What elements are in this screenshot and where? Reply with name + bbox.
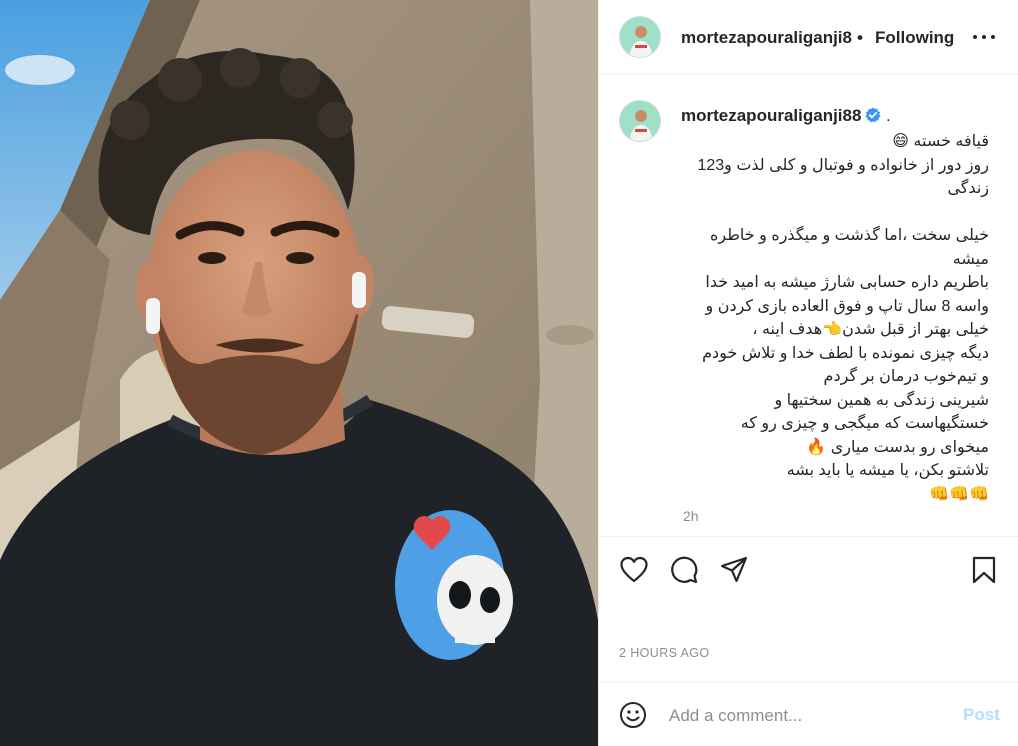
caption-line: میخوای رو بدست میاری 🔥 bbox=[806, 438, 989, 456]
caption-line: قیافه خسته 😄 bbox=[892, 133, 989, 150]
verified-badge-icon bbox=[865, 107, 881, 123]
caption-line: خستگیهاست که میگجی و چیزی رو که bbox=[740, 415, 989, 432]
caption-line: دیگه چیزی نمونده با لطف خدا و تلاش خودم bbox=[702, 344, 989, 362]
caption-line: تلاشتو بکن، یا میشه یا باید بشه bbox=[786, 462, 989, 479]
smiley-icon[interactable] bbox=[619, 701, 647, 729]
comment-input[interactable] bbox=[669, 703, 939, 729]
caption-username-link[interactable]: mortezapouraliganji88 bbox=[681, 106, 861, 126]
caption-line: خیلی سخت ،اما گذشت و میگذره و خاطره bbox=[709, 227, 989, 244]
post-comment-button[interactable]: Post bbox=[963, 705, 1000, 725]
caption-line: شیرینی زندگی به همین سختیها و bbox=[774, 391, 989, 409]
post-age[interactable]: 2 HOURS AGO bbox=[619, 646, 710, 660]
caption-line: زندگی bbox=[947, 180, 989, 197]
header-username-link[interactable]: mortezapouraliganji8 bbox=[681, 28, 852, 48]
post-caption: mortezapouraliganji88 . قیافه خسته 😄 روز… bbox=[599, 76, 1018, 536]
following-button[interactable]: Following bbox=[875, 28, 954, 48]
bookmark-icon[interactable] bbox=[969, 555, 999, 585]
action-bar bbox=[599, 536, 1018, 608]
caption-trailing-text: . bbox=[886, 106, 891, 125]
heart-icon[interactable] bbox=[619, 555, 649, 585]
caption-text: قیافه خسته 😄 روز دور از خانواده و فوتبال… bbox=[669, 130, 989, 506]
comment-bar: Post bbox=[599, 682, 1018, 746]
caption-line: روز دور از خانواده و فوتبال و کلی لذت و1… bbox=[697, 156, 989, 174]
caption-timestamp[interactable]: 2h bbox=[683, 508, 699, 524]
caption-line: واسه 8 سال تاپ و فوق العاده بازی کردن و bbox=[705, 297, 989, 315]
post-detail-panel: mortezapouraliganji8 • Following morteza… bbox=[598, 0, 1018, 746]
caption-line bbox=[669, 201, 989, 225]
header-separator: • bbox=[857, 28, 863, 47]
author-avatar[interactable] bbox=[619, 16, 661, 58]
caption-line: خیلی بهتر از قبل شدن👈هدف اینه ، bbox=[752, 321, 989, 338]
caption-line: 👊👊👊 bbox=[929, 485, 989, 503]
caption-line: و تیم‌خوب درمان بر گردم bbox=[823, 368, 989, 385]
post-header: mortezapouraliganji8 • Following bbox=[599, 0, 1018, 75]
send-icon[interactable] bbox=[719, 555, 749, 585]
more-options-icon[interactable] bbox=[969, 26, 999, 48]
caption-line: باطریم داره حسابی شارژ میشه به امید خدا bbox=[705, 274, 989, 291]
caption-line: میشه bbox=[952, 250, 989, 268]
caption-author-avatar[interactable] bbox=[619, 100, 661, 142]
comment-icon[interactable] bbox=[669, 555, 699, 585]
post-photo[interactable] bbox=[0, 0, 598, 746]
selfie-image bbox=[0, 0, 598, 746]
